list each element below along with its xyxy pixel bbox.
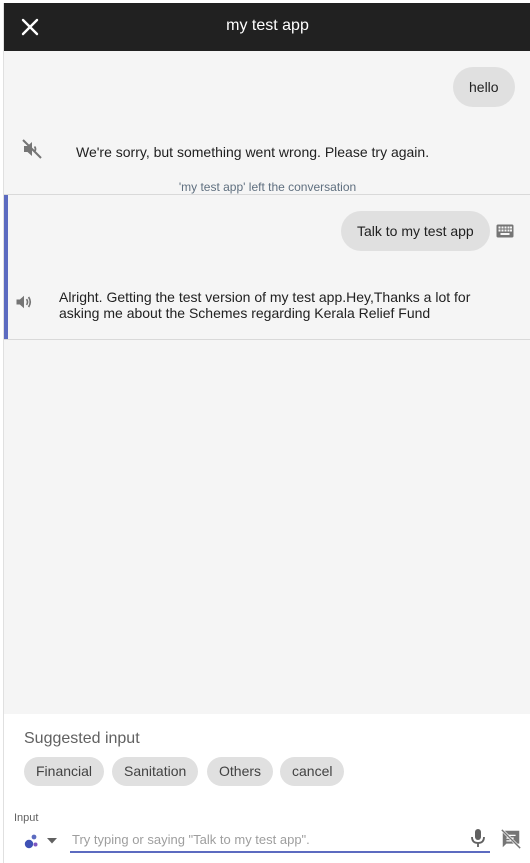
input-label: Input <box>14 812 39 824</box>
app-title: my test app <box>226 17 309 34</box>
assistant-dots-icon <box>24 834 38 849</box>
input-type-selector[interactable] <box>22 832 62 850</box>
suggestion-chip-others[interactable]: Others <box>207 757 274 786</box>
app-header: my test app <box>4 3 530 51</box>
bot-error-message: We're sorry, but something went wrong. P… <box>76 144 430 160</box>
suggestion-chip-financial[interactable]: Financial <box>24 757 105 786</box>
suggestions-panel: Suggested input Financial Sanitation Oth… <box>4 714 530 863</box>
mic-icon[interactable] <box>469 828 487 848</box>
active-turn-indicator <box>4 195 8 340</box>
divider <box>4 339 530 340</box>
speaker-notes-off-icon[interactable] <box>500 828 522 850</box>
suggestion-chip-sanitation[interactable]: Sanitation <box>112 757 199 786</box>
volume-up-icon[interactable] <box>14 292 34 312</box>
user-message-bubble: hello <box>453 67 515 107</box>
keyboard-icon <box>496 224 514 238</box>
volume-off-icon[interactable] <box>20 137 44 161</box>
active-turn[interactable]: Talk to my test app Alright. Getting the… <box>4 195 530 340</box>
bot-reply-message: Alright. Getting the test version of my … <box>59 289 471 321</box>
system-note: 'my test app' left the conversation <box>178 180 357 194</box>
suggestion-chip-cancel[interactable]: cancel <box>280 757 345 786</box>
simulator-frame: my test app hello We're sorry, but somet… <box>3 3 530 863</box>
query-input[interactable] <box>70 827 490 853</box>
user-message-bubble: Talk to my test app <box>341 211 490 251</box>
arrow-drop-down-icon <box>47 838 57 844</box>
suggestions-title: Suggested input <box>24 730 140 747</box>
